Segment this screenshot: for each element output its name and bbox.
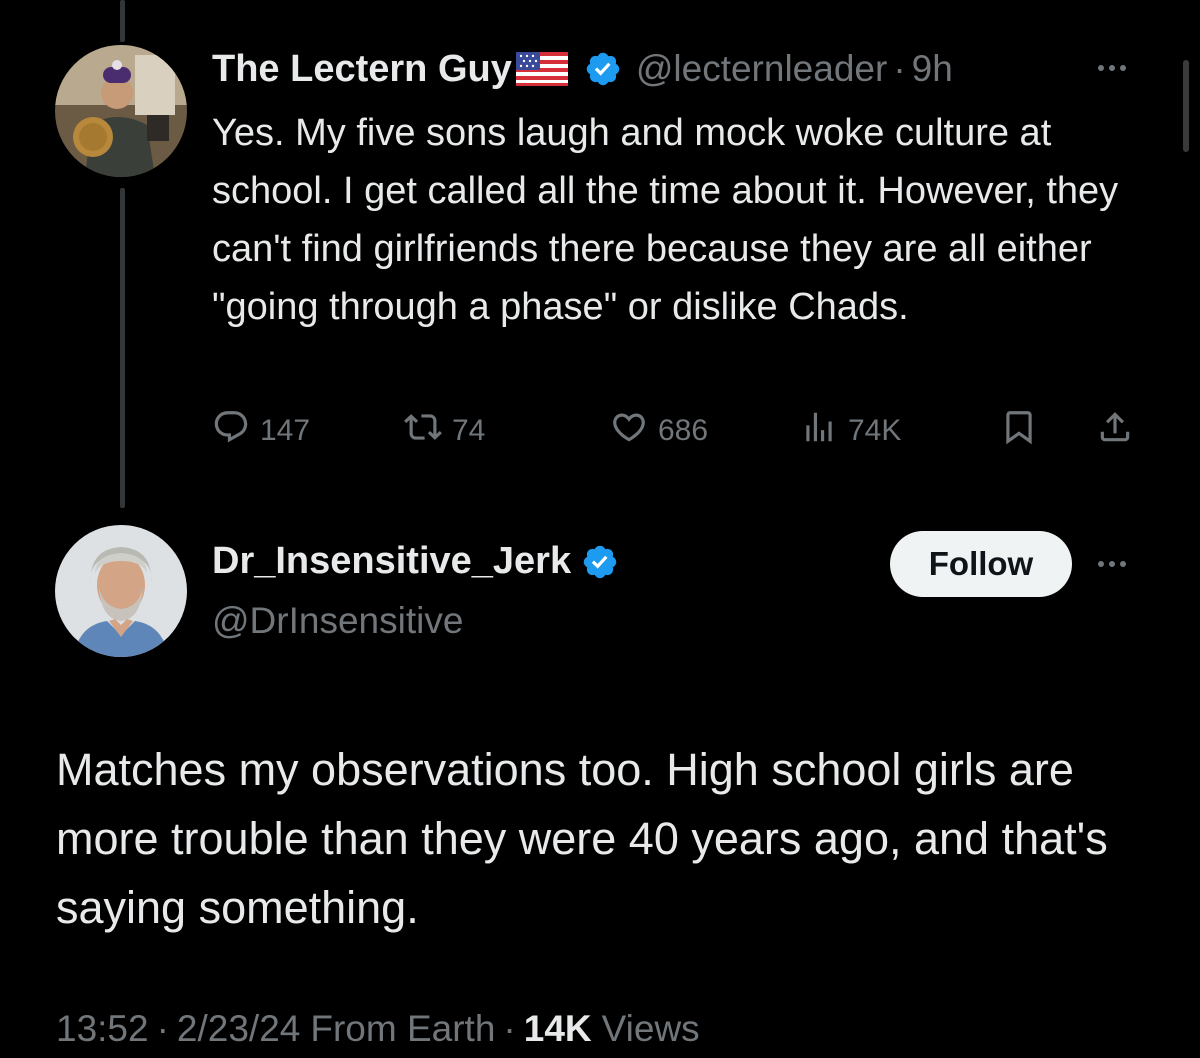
retweet-button[interactable]: 74: [404, 408, 485, 454]
reply-count: 147: [260, 414, 311, 447]
share-button[interactable]: [1096, 408, 1134, 454]
thread-connector: [120, 188, 125, 508]
tweet-header: The Lectern Guy @lecternleader · 9h: [212, 44, 953, 94]
reply-icon: [212, 408, 250, 454]
tweet-meta: 13:52 · 2/23/24 From Earth · 14K Views: [56, 1008, 700, 1050]
us-flag-icon: [515, 52, 568, 86]
avatar[interactable]: [55, 525, 187, 657]
share-icon: [1096, 408, 1134, 454]
timestamp[interactable]: 9h: [912, 48, 953, 90]
display-name[interactable]: Dr_Insensitive_Jerk: [212, 540, 571, 583]
like-count: 686: [658, 414, 709, 447]
scrollbar[interactable]: [1183, 60, 1189, 152]
tweet-source: From Earth: [310, 1008, 496, 1049]
views-count: 14K: [523, 1008, 592, 1049]
analytics-icon: [800, 408, 838, 454]
verified-badge-icon: [581, 543, 619, 581]
more-options-icon[interactable]: [1098, 561, 1126, 567]
tweet-header: Dr_Insensitive_Jerk: [212, 540, 619, 583]
views-count: 74K: [848, 414, 902, 447]
views-label: Views: [601, 1008, 700, 1049]
tweet-time[interactable]: 13:52: [56, 1008, 149, 1050]
retweet-count: 74: [452, 414, 486, 447]
views-button[interactable]: 74K: [800, 408, 901, 454]
tweet-text: Matches my observations too. High school…: [56, 744, 1108, 933]
separator: ·: [893, 48, 906, 89]
thread-connector-top: [120, 0, 125, 42]
bookmark-icon: [1000, 408, 1038, 454]
like-button[interactable]: 686: [610, 408, 708, 454]
reply-button[interactable]: 147: [212, 408, 310, 454]
heart-icon: [610, 408, 648, 454]
retweet-icon: [404, 408, 442, 454]
bookmark-button[interactable]: [1000, 408, 1038, 454]
tweet-date[interactable]: 2/23/24: [177, 1008, 300, 1050]
separator: ·: [503, 1008, 516, 1049]
more-options-icon[interactable]: [1098, 65, 1126, 71]
avatar[interactable]: [55, 45, 187, 177]
display-name[interactable]: The Lectern Guy: [212, 48, 512, 91]
separator: ·: [156, 1008, 169, 1049]
verified-badge-icon: [584, 50, 622, 88]
tweet-text: Yes. My five sons laugh and mock woke cu…: [212, 112, 1119, 328]
handle[interactable]: @DrInsensitive: [212, 600, 463, 642]
handle[interactable]: @lecternleader: [636, 48, 887, 90]
tweet-actions: 147 74 686 74K: [212, 408, 1152, 454]
follow-button[interactable]: Follow: [890, 531, 1072, 597]
